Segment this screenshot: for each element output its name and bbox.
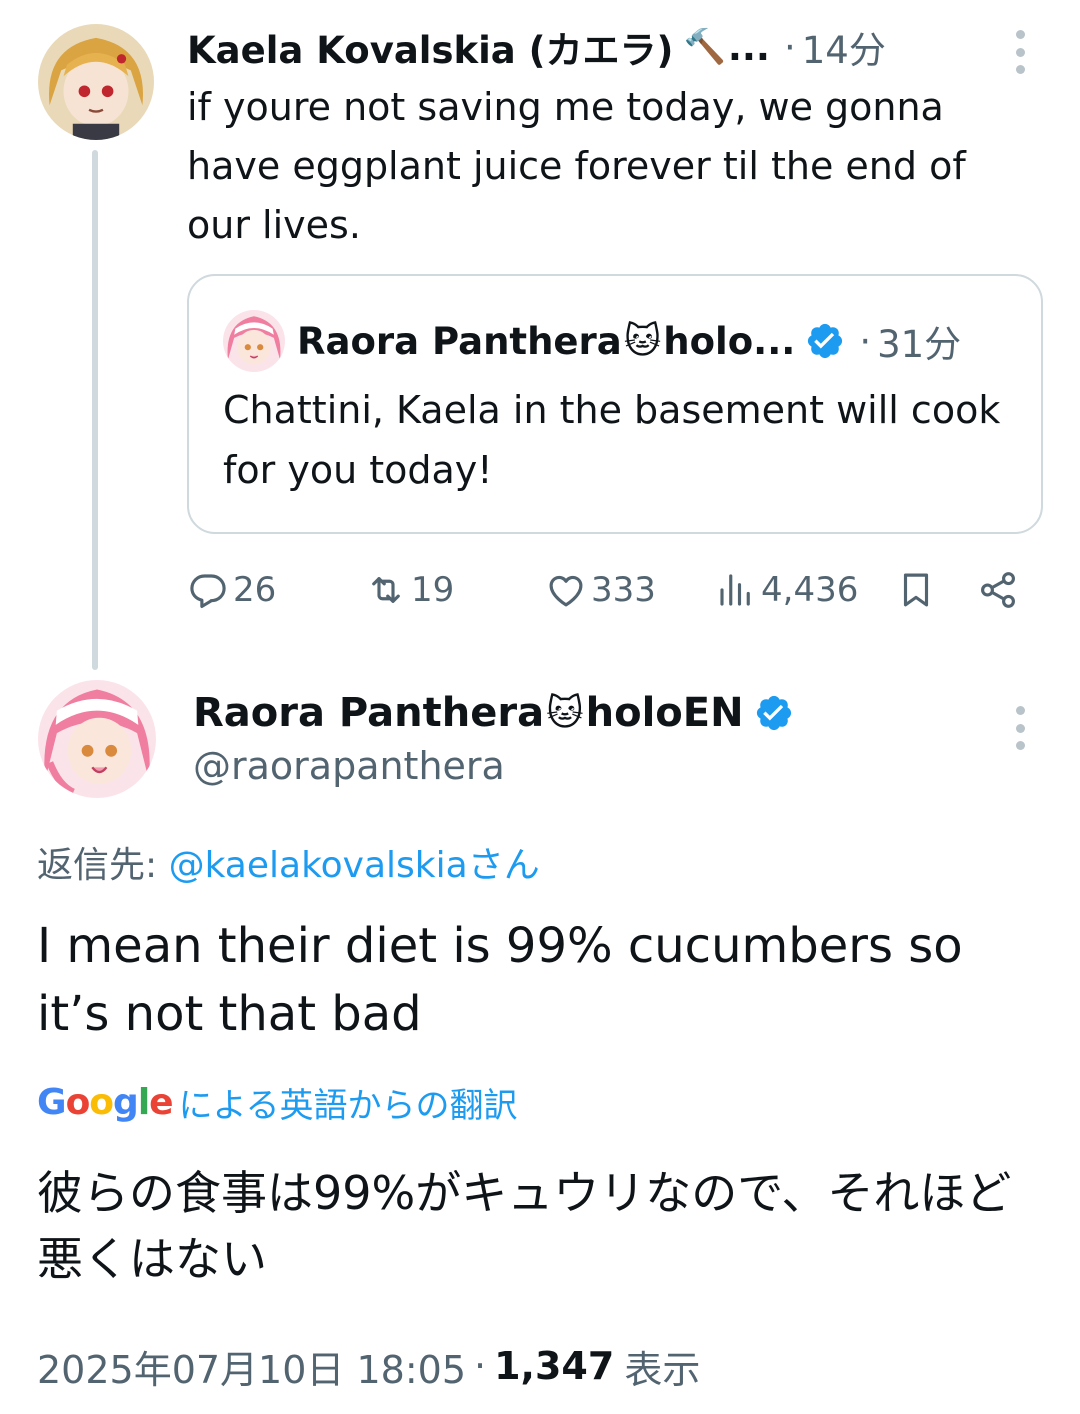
name-truncation: ... — [727, 25, 770, 69]
hammer-emoji-icon: 🔨 — [683, 27, 726, 67]
reply-author-name[interactable]: Raora Panthera — [193, 690, 544, 736]
thread-connector-line — [92, 150, 98, 670]
bookmark-icon — [895, 569, 937, 611]
bookmark-button[interactable] — [895, 560, 937, 620]
reply-author-row: Raora Panthera 🐱 holoEN — [193, 686, 794, 740]
raora-avatar-small[interactable] — [223, 310, 285, 372]
quoted-tweet-header: Raora Panthera 🐱 holo... · 31分 — [297, 316, 962, 367]
parent-tweet-header: Kaela Kovalskia (カエラ) 🔨 ... · 14分 — [187, 20, 886, 74]
retweet-button[interactable]: 19 — [365, 560, 454, 620]
reply-author-name-tail[interactable]: holoEN — [586, 690, 744, 736]
separator-dot: · — [474, 1344, 487, 1388]
parent-author-name[interactable]: Kaela Kovalskia (カエラ) — [187, 20, 673, 74]
translated-tweet-text: 彼らの食事は99%がキュウリなので、それほど悪くはない — [37, 1166, 1012, 1286]
views-count: 4,436 — [761, 570, 859, 610]
google-logo-letter: G — [37, 1081, 67, 1123]
reply-count: 26 — [233, 570, 277, 610]
quoted-tweet-card[interactable]: Raora Panthera 🐱 holo... · 31分 Chattini,… — [187, 274, 1043, 534]
raora-avatar[interactable] — [38, 680, 156, 798]
quoted-tweet-time: 31分 — [877, 323, 962, 366]
cat-emoji-icon: 🐱 — [546, 692, 584, 734]
like-count: 333 — [591, 570, 656, 610]
quoted-tweet-text: Chattini, Kaela in the basement will coo… — [223, 388, 1001, 492]
separator-dot: · — [859, 319, 872, 363]
tweet-meta-row: 2025年07月10日 18:05 · 1,347 表示 — [37, 1340, 700, 1392]
tweet-views-label: 表示 — [624, 1347, 701, 1392]
views-icon — [715, 569, 757, 611]
like-button[interactable]: 333 — [545, 560, 656, 620]
google-logo-icon: Google — [37, 1081, 174, 1123]
more-options-icon[interactable] — [1015, 706, 1025, 750]
translation-attribution[interactable]: Google による英語からの翻訳 — [37, 1078, 518, 1126]
separator-dot: · — [783, 25, 796, 69]
replying-to-prefix: 返信先: — [37, 845, 169, 886]
google-logo-letter: g — [113, 1081, 139, 1123]
tweet-views-count: 1,347 — [494, 1344, 615, 1388]
replying-to-mention-link[interactable]: @kaelakovalskiaさん — [169, 845, 540, 886]
cat-emoji-icon: 🐱 — [623, 320, 662, 362]
reply-tweet-text: I mean their diet is 99% cucumbers so it… — [37, 918, 963, 1042]
verified-badge-icon — [805, 321, 845, 361]
google-logo-letter: l — [137, 1081, 150, 1123]
reply-button[interactable]: 26 — [187, 560, 276, 620]
kaela-avatar[interactable] — [38, 24, 154, 140]
like-icon — [545, 569, 587, 611]
retweet-count: 19 — [411, 570, 455, 610]
reply-author-handle[interactable]: @raorapanthera — [193, 744, 505, 788]
google-logo-letter: e — [149, 1081, 173, 1123]
google-logo-letter: o — [89, 1081, 114, 1123]
share-icon — [977, 569, 1019, 611]
views-button[interactable]: 4,436 — [715, 560, 858, 620]
reply-icon — [187, 569, 229, 611]
share-button[interactable] — [977, 560, 1019, 620]
replying-to-line: 返信先: @kaelakovalskiaさん — [37, 836, 540, 888]
parent-tweet-time[interactable]: 14分 — [802, 20, 886, 74]
verified-badge-icon — [754, 693, 794, 733]
google-logo-letter: o — [65, 1081, 91, 1123]
tweet-timestamp[interactable]: 2025年07月10日 18:05 — [37, 1339, 466, 1394]
more-options-icon[interactable] — [1015, 30, 1025, 74]
tweet-action-bar: 26 19 333 4,436 — [187, 560, 1037, 620]
parent-tweet-text: if youre not saving me today, we gonna h… — [187, 85, 966, 247]
quoted-author-name: Raora Panthera — [297, 319, 622, 363]
quoted-author-name-tail: holo... — [663, 319, 796, 363]
retweet-icon — [365, 569, 407, 611]
translation-label[interactable]: による英語からの翻訳 — [179, 1078, 518, 1127]
